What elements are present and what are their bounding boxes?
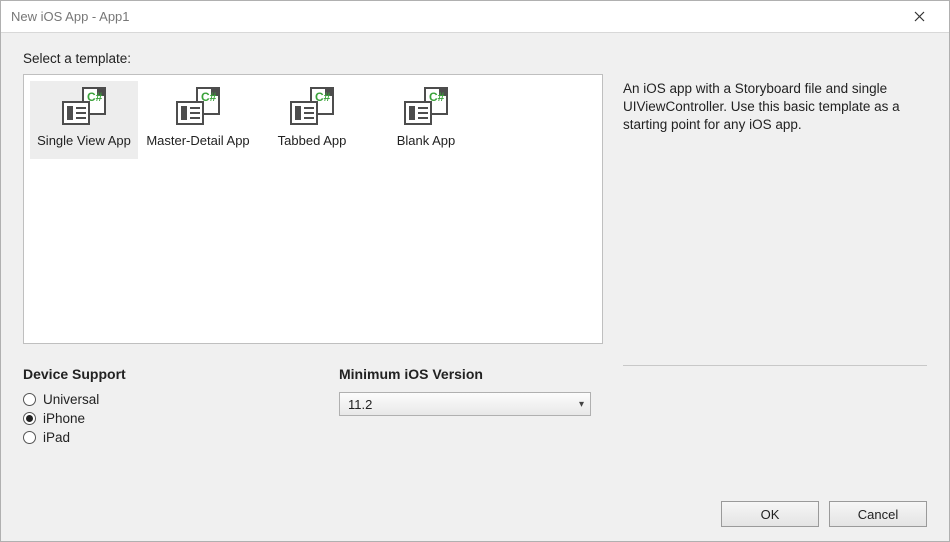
template-description: An iOS app with a Storyboard file and si…	[623, 80, 927, 135]
template-list: C# Single View App C# Master-Detail App	[23, 74, 603, 344]
dialog-body: Select a template: C# Single View App C#	[1, 33, 949, 541]
template-icon: C#	[62, 87, 106, 125]
select-value: 11.2	[348, 397, 372, 412]
template-item-single-view[interactable]: C# Single View App	[30, 81, 138, 159]
dialog-window: New iOS App - App1 Select a template: C#…	[0, 0, 950, 542]
radio-universal[interactable]: Universal	[23, 392, 339, 407]
radio-iphone[interactable]: iPhone	[23, 411, 339, 426]
options-row: Device Support Universal iPhone iPad Min…	[23, 366, 927, 449]
button-label: OK	[761, 507, 780, 522]
titlebar: New iOS App - App1	[1, 1, 949, 33]
radio-label: Universal	[43, 392, 99, 407]
radio-ipad[interactable]: iPad	[23, 430, 339, 445]
radio-icon	[23, 431, 36, 444]
template-label: Blank App	[397, 133, 456, 149]
window-title: New iOS App - App1	[11, 9, 130, 24]
template-icon: C#	[176, 87, 220, 125]
device-support-section: Device Support Universal iPhone iPad	[23, 366, 339, 449]
radio-label: iPhone	[43, 411, 85, 426]
min-ios-heading: Minimum iOS Version	[339, 366, 619, 382]
template-item-tabbed[interactable]: C# Tabbed App	[258, 81, 366, 159]
cancel-button[interactable]: Cancel	[829, 501, 927, 527]
template-item-blank[interactable]: C# Blank App	[372, 81, 480, 159]
template-item-master-detail[interactable]: C# Master-Detail App	[144, 81, 252, 159]
close-button[interactable]	[899, 1, 939, 33]
button-label: Cancel	[858, 507, 898, 522]
close-icon	[914, 11, 925, 22]
min-ios-section: Minimum iOS Version 11.2 ▾	[339, 366, 619, 449]
template-label: Single View App	[37, 133, 131, 149]
template-row: C# Single View App C# Master-Detail App	[23, 74, 927, 344]
template-label: Master-Detail App	[146, 133, 249, 149]
device-support-heading: Device Support	[23, 366, 339, 382]
template-label: Tabbed App	[278, 133, 347, 149]
radio-icon	[23, 412, 36, 425]
ok-button[interactable]: OK	[721, 501, 819, 527]
description-panel: An iOS app with a Storyboard file and si…	[623, 74, 927, 344]
chevron-down-icon: ▾	[579, 399, 584, 410]
radio-icon	[23, 393, 36, 406]
prompt-label: Select a template:	[23, 51, 927, 66]
template-icon: C#	[290, 87, 334, 125]
min-ios-select[interactable]: 11.2 ▾	[339, 392, 591, 416]
template-icon: C#	[404, 87, 448, 125]
radio-label: iPad	[43, 430, 70, 445]
dialog-footer: OK Cancel	[23, 491, 927, 527]
